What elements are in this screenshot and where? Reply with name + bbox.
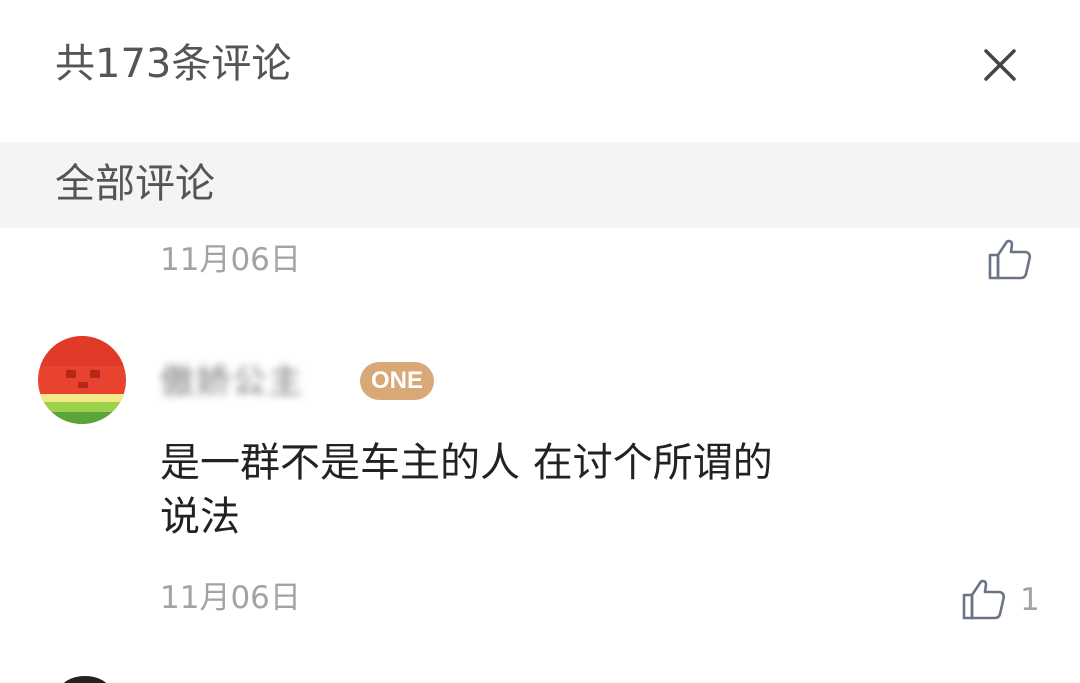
comments-sheet: 共173条评论 全部评论 11月06日 傲娇公主 ONE 是一群不是车主的人 在… — [0, 0, 1080, 683]
thumbs-up-icon — [988, 239, 1032, 280]
sheet-header: 共173条评论 — [0, 0, 1080, 134]
comment-body: 是一群不是车主的人 在讨个所谓的 说法 — [160, 436, 880, 544]
like-button[interactable] — [986, 234, 1034, 286]
close-icon — [984, 49, 1016, 81]
like-count: 1 — [1020, 582, 1040, 618]
comment-text-line: 说法 — [160, 494, 240, 540]
comment-date: 11月06日 — [160, 242, 301, 278]
thumbs-up-icon — [962, 579, 1006, 620]
close-button[interactable] — [975, 40, 1025, 90]
comment-date: 11月06日 — [160, 580, 301, 616]
like-button[interactable] — [960, 574, 1008, 626]
one-badge: ONE — [360, 362, 434, 400]
user-avatar[interactable] — [38, 336, 126, 424]
next-comment-avatar[interactable] — [60, 676, 110, 683]
comment-count-title: 共173条评论 — [55, 41, 292, 87]
watermelon-avatar — [38, 336, 126, 424]
comment-text-line: 是一群不是车主的人 在讨个所谓的 — [160, 440, 773, 486]
all-comments-title: 全部评论 — [55, 161, 215, 207]
comment-username[interactable]: 傲娇公主 — [160, 360, 304, 404]
all-comments-bar: 全部评论 — [0, 142, 1080, 228]
